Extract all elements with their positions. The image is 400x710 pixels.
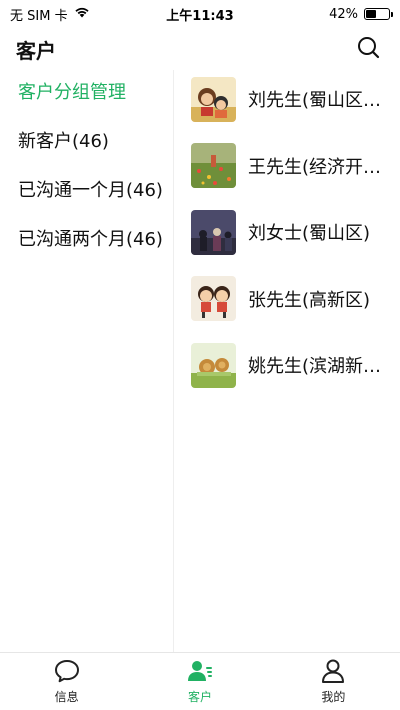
menu-item-label: 新客户(46): [18, 130, 109, 152]
battery-percent: 42%: [329, 6, 358, 22]
avatar-night-crowd: [191, 209, 236, 255]
contact-list-item[interactable]: 张先生(高新区): [174, 266, 400, 333]
tab-label: 我的: [321, 690, 346, 704]
tab-profile[interactable]: 我的: [267, 653, 400, 710]
chat-bubble-icon: [54, 658, 80, 684]
contact-list-item[interactable]: 刘先生(蜀山区区...: [174, 66, 400, 133]
menu-item-group-management[interactable]: 客户分组管理: [0, 66, 173, 115]
header: 客户: [0, 28, 400, 70]
avatar-cartoon-kids: [191, 276, 236, 322]
status-bar: 无 SIM 卡 上午11:43 42%: [0, 0, 400, 28]
menu-item-label: 已沟通两个月(46): [18, 228, 163, 250]
contact-name: 刘女士(蜀山区): [248, 223, 371, 245]
menu-item-new-customers[interactable]: 新客户(46): [0, 115, 173, 164]
menu-item-one-month[interactable]: 已沟通一个月(46): [0, 164, 173, 213]
menu-item-label: 客户分组管理: [18, 81, 126, 103]
status-right: 42%: [329, 6, 393, 22]
carrier-text: 无 SIM 卡: [10, 8, 68, 24]
group-menu: 客户分组管理 新客户(46) 已沟通一个月(46) 已沟通两个月(46): [0, 70, 174, 652]
contact-name: 王先生(经济开发区: [248, 156, 383, 178]
battery-fill: [366, 10, 377, 18]
wifi-icon: [74, 6, 90, 22]
bottom-tab-bar: 信息 客户 我的: [0, 652, 400, 710]
tab-label: 客户: [187, 690, 212, 704]
tab-customers[interactable]: 客户: [133, 653, 266, 710]
contact-name: 张先生(高新区): [248, 289, 371, 311]
search-icon: [356, 35, 380, 63]
contact-name: 姚先生(滨湖新区区: [248, 356, 383, 378]
contact-name: 刘先生(蜀山区区...: [248, 90, 383, 112]
battery-icon: [364, 8, 393, 20]
customers-icon: [187, 658, 213, 684]
tab-messages[interactable]: 信息: [0, 653, 133, 710]
avatar-cartoon-couple: [191, 76, 236, 122]
menu-item-label: 已沟通一个月(46): [18, 179, 163, 201]
profile-icon: [320, 658, 346, 684]
status-left: 无 SIM 卡: [10, 5, 90, 24]
search-button[interactable]: [352, 33, 384, 65]
contact-list-item[interactable]: 刘女士(蜀山区): [174, 199, 400, 266]
contact-list-item[interactable]: 王先生(经济开发区: [174, 133, 400, 200]
page-title: 客户: [16, 38, 56, 63]
contact-list: 刘先生(蜀山区区... 王先生(经济开发区: [174, 70, 400, 652]
avatar-snail-couple: [191, 342, 236, 388]
contact-list-item[interactable]: 姚先生(滨湖新区区: [174, 332, 400, 399]
menu-item-two-months[interactable]: 已沟通两个月(46): [0, 213, 173, 262]
avatar-flower-field: [191, 143, 236, 189]
tab-label: 信息: [54, 690, 79, 704]
